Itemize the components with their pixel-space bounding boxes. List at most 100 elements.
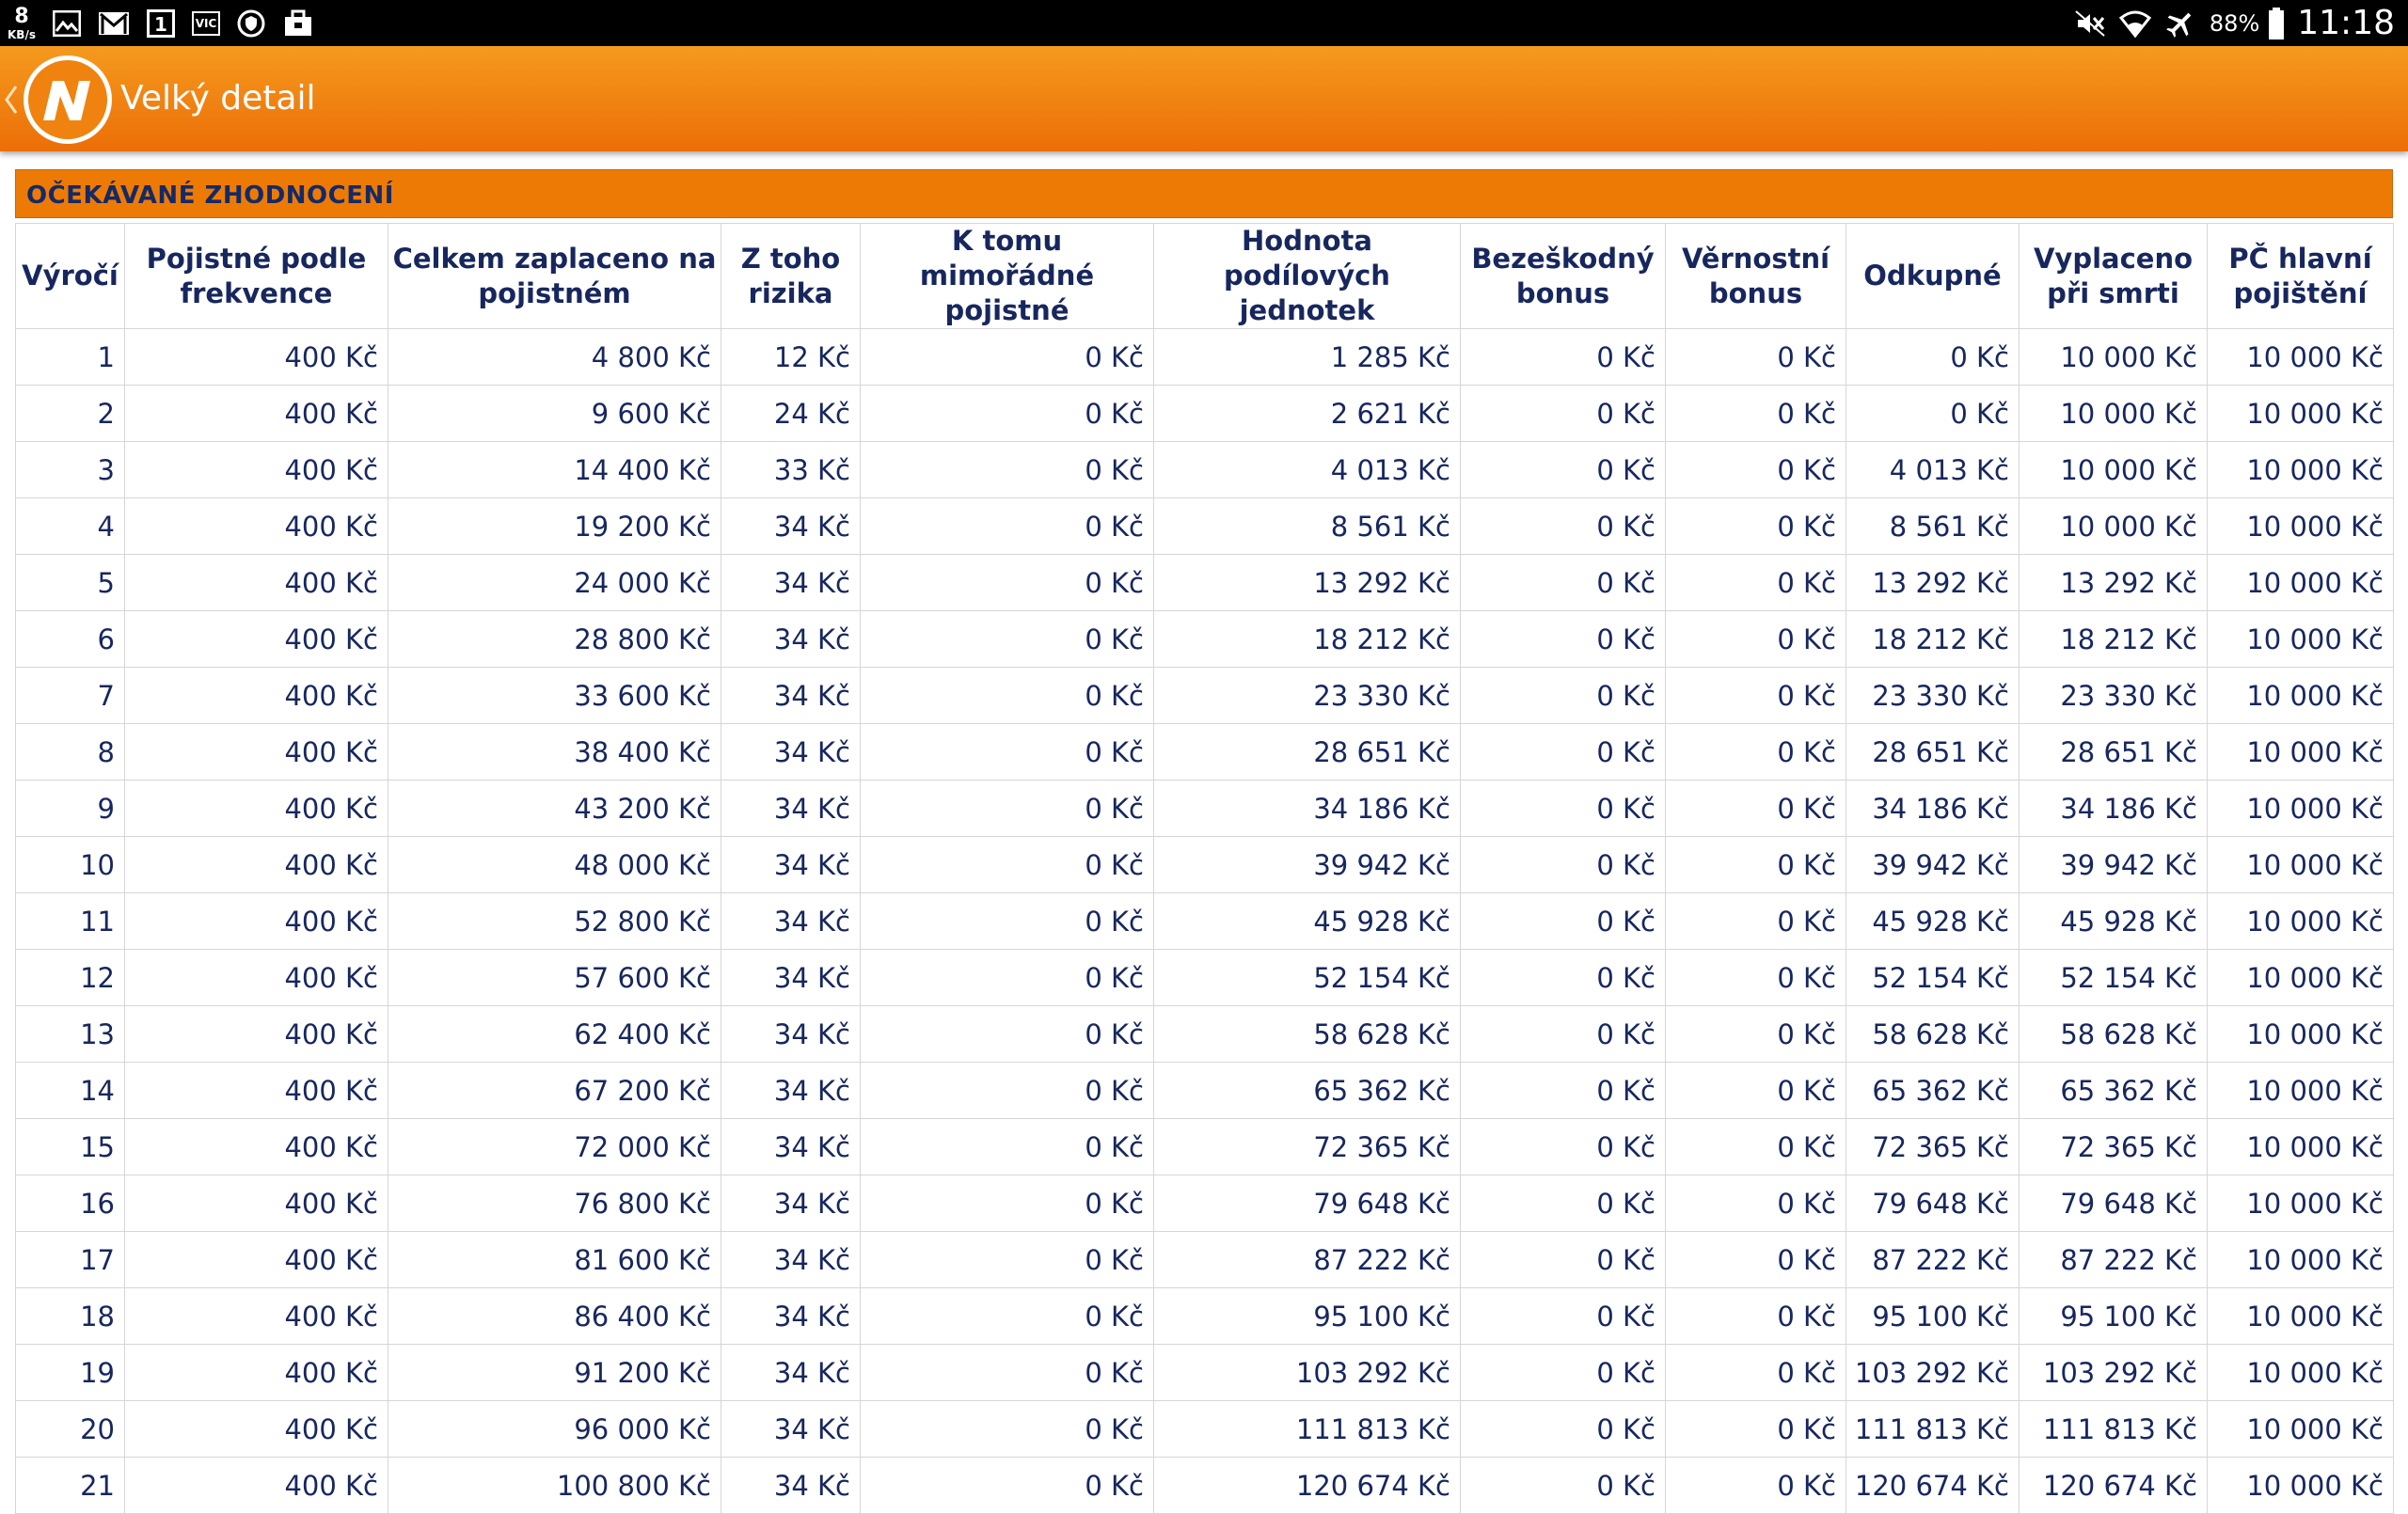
table-row: 10 400 Kč 48 000 Kč 34 Kč 0 Kč 39 942 Kč 0 Kč 0…	[15, 836, 2394, 893]
table-cell: 400 Kč	[124, 892, 388, 950]
table-cell: 28 651 Kč	[1846, 723, 2020, 781]
table-cell: 0 Kč	[1665, 497, 1846, 555]
table-cell: 0 Kč	[860, 554, 1154, 611]
nn-logo[interactable]	[21, 53, 115, 147]
table-cell: 0 Kč	[1460, 1344, 1666, 1401]
table-cell: 0 Kč	[1665, 554, 1846, 611]
table-cell: 120 674 Kč	[1153, 1457, 1461, 1514]
table-row: 8 400 Kč 38 400 Kč 34 Kč 0 Kč 28 651 Kč 0 Kč 0 …	[15, 723, 2394, 781]
column-header-3: Z toho rizika	[721, 223, 861, 329]
table-cell: 13	[15, 1005, 125, 1063]
table-cell: 72 365 Kč	[2019, 1118, 2208, 1175]
table-cell: 10 000 Kč	[2207, 441, 2394, 498]
table-cell: 0 Kč	[1665, 328, 1846, 386]
table-cell: 0 Kč	[1846, 385, 2020, 442]
table-cell: 10 000 Kč	[2207, 1287, 2394, 1345]
table-cell: 10 000 Kč	[2207, 723, 2394, 781]
table-cell: 57 600 Kč	[388, 949, 721, 1006]
table-cell: 10 000 Kč	[2019, 497, 2208, 555]
table-cell: 72 365 Kč	[1846, 1118, 2020, 1175]
table-cell: 0 Kč	[1460, 723, 1666, 781]
table-row: 1 400 Kč 4 800 Kč 12 Kč 0 Kč 1 285 Kč 0 Kč 0 Kč…	[15, 328, 2394, 386]
table-cell: 0 Kč	[860, 1062, 1154, 1119]
table-cell: 10 000 Kč	[2207, 610, 2394, 668]
table-cell: 0 Kč	[860, 780, 1154, 837]
table-cell: 10 000 Kč	[2207, 385, 2394, 442]
table-cell: 12 Kč	[721, 328, 861, 386]
table-cell: 65 362 Kč	[1846, 1062, 2020, 1119]
table-cell: 34 Kč	[721, 1231, 861, 1288]
table-cell: 0 Kč	[1460, 892, 1666, 950]
table-cell: 10 000 Kč	[2207, 1344, 2394, 1401]
table-cell: 34 Kč	[721, 1005, 861, 1063]
table-row: 11 400 Kč 52 800 Kč 34 Kč 0 Kč 45 928 Kč 0 Kč 0…	[15, 892, 2394, 950]
table-cell: 34 Kč	[721, 497, 861, 555]
table-cell: 0 Kč	[1665, 1175, 1846, 1232]
table-cell: 34 Kč	[721, 1287, 861, 1345]
column-header-2: Celkem zaplaceno na pojistném	[388, 223, 721, 329]
table-cell: 12	[15, 949, 125, 1006]
table-cell: 10 000 Kč	[2207, 892, 2394, 950]
table-cell: 400 Kč	[124, 1175, 388, 1232]
table-cell: 87 222 Kč	[2019, 1231, 2208, 1288]
table-row: 17 400 Kč 81 600 Kč 34 Kč 0 Kč 87 222 Kč 0 Kč 0…	[15, 1231, 2394, 1288]
table-cell: 34 Kč	[721, 1457, 861, 1514]
table-cell: 0 Kč	[1665, 1344, 1846, 1401]
table-cell: 28 651 Kč	[1153, 723, 1461, 781]
table-cell: 34 Kč	[721, 949, 861, 1006]
table-cell: 111 813 Kč	[1846, 1400, 2020, 1458]
table-cell: 120 674 Kč	[2019, 1457, 2208, 1514]
table-cell: 0 Kč	[1846, 328, 2020, 386]
table-cell: 0 Kč	[1665, 1118, 1846, 1175]
table-cell: 23 330 Kč	[1153, 667, 1461, 724]
wifi-icon	[2118, 8, 2151, 39]
table-row: 5 400 Kč 24 000 Kč 34 Kč 0 Kč 13 292 Kč 0 Kč 0 …	[15, 554, 2394, 611]
table-cell: 10 000 Kč	[2207, 497, 2394, 555]
table-cell: 10 000 Kč	[2019, 441, 2208, 498]
table-cell: 0 Kč	[1665, 892, 1846, 950]
table-cell: 58 628 Kč	[2019, 1005, 2208, 1063]
table-cell: 79 648 Kč	[1153, 1175, 1461, 1232]
table-cell: 21	[15, 1457, 125, 1514]
table-cell: 45 928 Kč	[1153, 892, 1461, 950]
mute-icon	[2074, 8, 2106, 39]
table-cell: 8	[15, 723, 125, 781]
table-cell: 0 Kč	[860, 441, 1154, 498]
column-header-0: Výročí	[15, 223, 125, 329]
table-cell: 10 000 Kč	[2207, 554, 2394, 611]
table-cell: 0 Kč	[860, 328, 1154, 386]
back-chevron-icon[interactable]	[4, 84, 19, 116]
table-cell: 4 800 Kč	[388, 328, 721, 386]
table-row: 14 400 Kč 67 200 Kč 34 Kč 0 Kč 65 362 Kč 0 Kč 0…	[15, 1062, 2394, 1119]
gmail-icon	[98, 8, 130, 39]
table-cell: 0 Kč	[1460, 328, 1666, 386]
table-cell: 0 Kč	[860, 497, 1154, 555]
table-cell: 0 Kč	[1460, 385, 1666, 442]
table-cell: 0 Kč	[860, 385, 1154, 442]
projection-table: Výročí Pojistné podle frekvence Celkem zap…	[15, 223, 2394, 1514]
status-bar-left: 8 KB/s 1 VIC	[8, 0, 329, 46]
table-cell: 79 648 Kč	[1846, 1175, 2020, 1232]
table-cell: 87 222 Kč	[1153, 1231, 1461, 1288]
table-cell: 0 Kč	[1460, 1231, 1666, 1288]
projection-table-container[interactable]: Výročí Pojistné podle frekvence Celkem zap…	[15, 223, 2394, 1514]
table-cell: 0 Kč	[1460, 1457, 1666, 1514]
table-cell: 0 Kč	[1665, 836, 1846, 893]
table-row: 4 400 Kč 19 200 Kč 34 Kč 0 Kč 8 561 Kč 0 Kč 0 K…	[15, 497, 2394, 555]
table-cell: 0 Kč	[1665, 723, 1846, 781]
table-cell: 28 651 Kč	[2019, 723, 2208, 781]
airplane-mode-icon	[2164, 8, 2196, 39]
briefcase-icon	[282, 8, 314, 39]
table-cell: 15	[15, 1118, 125, 1175]
table-cell: 400 Kč	[124, 1062, 388, 1119]
table-cell: 400 Kč	[124, 949, 388, 1006]
table-cell: 91 200 Kč	[388, 1344, 721, 1401]
table-cell: 39 942 Kč	[1153, 836, 1461, 893]
table-cell: 1 285 Kč	[1153, 328, 1461, 386]
table-cell: 48 000 Kč	[388, 836, 721, 893]
vlc-label: VIC	[195, 16, 217, 30]
column-header-5: Hodnota podílových jednotek	[1153, 223, 1461, 329]
table-cell: 0 Kč	[1460, 949, 1666, 1006]
table-cell: 0 Kč	[1460, 441, 1666, 498]
table-cell: 0 Kč	[860, 1400, 1154, 1458]
